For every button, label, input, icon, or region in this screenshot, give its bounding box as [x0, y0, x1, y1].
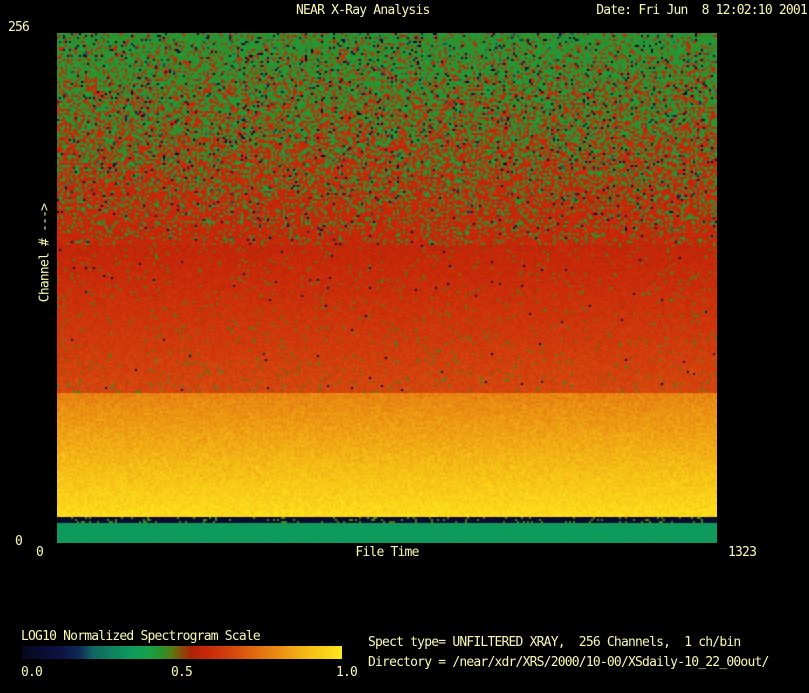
page-title: NEAR X-Ray Analysis — [296, 3, 430, 18]
near-xray-analysis-window: NEAR X-Ray Analysis Date: Fri Jun 8 12:0… — [0, 0, 809, 693]
directory-line: Directory = /near/xdr/XRS/2000/10-00/XSd… — [368, 655, 769, 670]
colorbar-gradient — [22, 646, 342, 659]
spect-type-line: Spect type= UNFILTERED XRAY, 256 Channel… — [368, 635, 741, 650]
header-date: Date: Fri Jun 8 12:02:10 2001 — [596, 3, 808, 18]
x-axis-title: File Time — [355, 545, 419, 560]
y-axis-max-label: 256 — [8, 20, 30, 35]
x-axis-max-label: 1323 — [728, 545, 757, 560]
x-axis-min-label: 0 — [36, 545, 44, 560]
y-axis-min-label: 0 — [15, 534, 23, 549]
colorbar-tick-min: 0.0 — [21, 665, 43, 680]
colorbar-tick-max: 1.0 — [336, 665, 358, 680]
y-axis-title: Channel # ---> — [37, 203, 53, 303]
spectrogram-image — [57, 33, 717, 543]
colorbar-label: LOG10 Normalized Spectrogram Scale — [21, 629, 261, 644]
colorbar-tick-mid: 0.5 — [171, 665, 193, 680]
